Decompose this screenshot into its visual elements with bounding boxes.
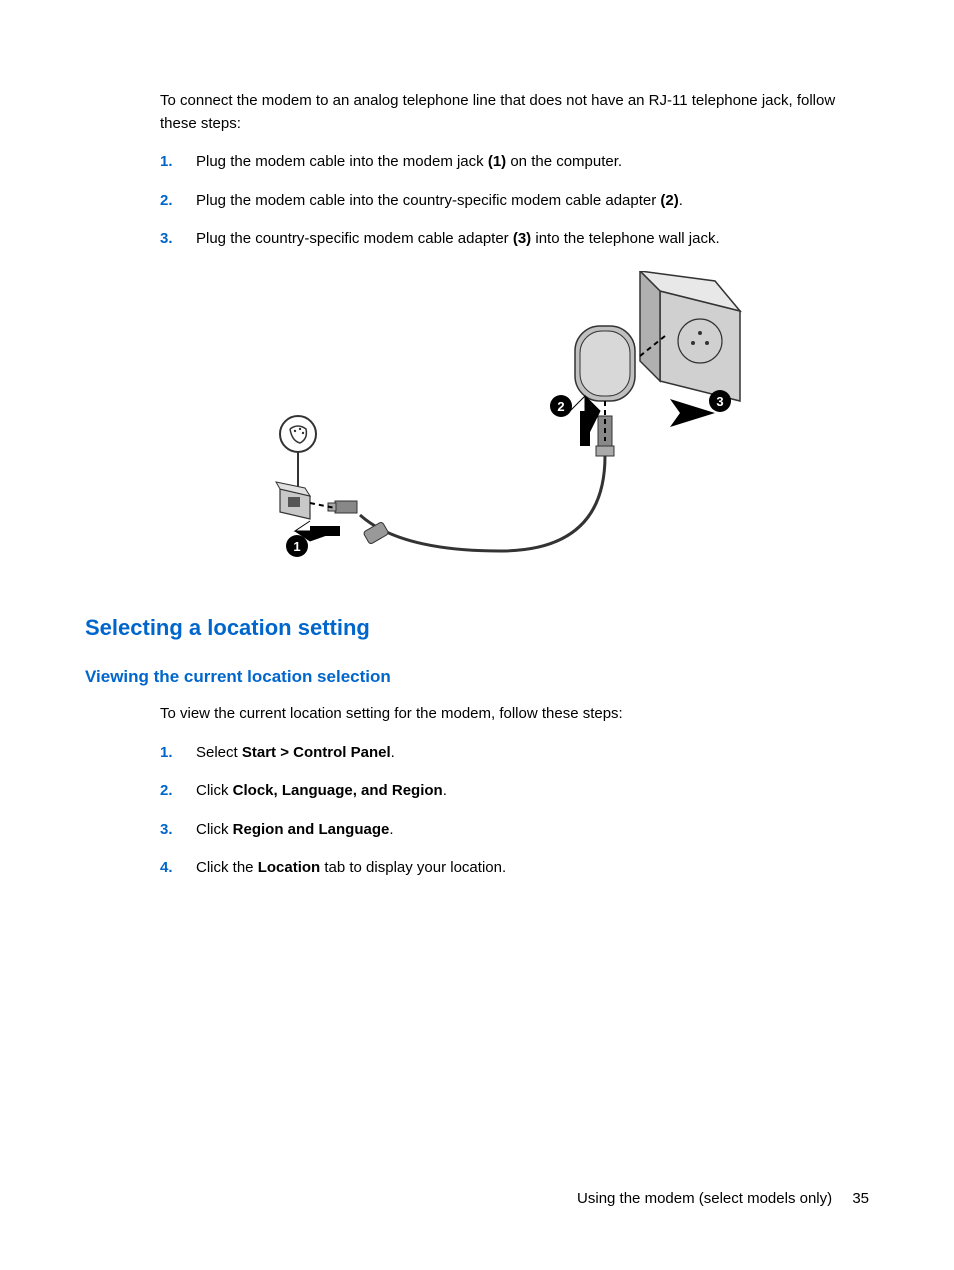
heading-selecting-location: Selecting a location setting bbox=[85, 611, 869, 644]
footer-section-title: Using the modem (select models only) bbox=[577, 1190, 832, 1207]
list-item: 2.Plug the modem cable into the country-… bbox=[160, 190, 869, 213]
svg-text:1: 1 bbox=[293, 539, 300, 554]
list-item: 1.Select Start > Control Panel. bbox=[160, 742, 869, 765]
list-item: 1.Plug the modem cable into the modem ja… bbox=[160, 151, 869, 174]
svg-text:3: 3 bbox=[716, 394, 723, 409]
svg-text:2: 2 bbox=[557, 399, 564, 414]
list-text: Click the Location tab to display your l… bbox=[196, 857, 869, 880]
list-item: 3.Plug the country-specific modem cable … bbox=[160, 228, 869, 251]
list-item: 4.Click the Location tab to display your… bbox=[160, 857, 869, 880]
list-text: Plug the modem cable into the modem jack… bbox=[196, 151, 869, 174]
list-number: 1. bbox=[160, 742, 196, 765]
steps-list-2: 1.Select Start > Control Panel.2.Click C… bbox=[160, 742, 869, 880]
list-number: 1. bbox=[160, 151, 196, 174]
modem-connection-diagram: 3 2 bbox=[240, 271, 760, 581]
steps-list-1: 1.Plug the modem cable into the modem ja… bbox=[160, 151, 869, 251]
list-number: 4. bbox=[160, 857, 196, 880]
list-number: 3. bbox=[160, 819, 196, 842]
list-item: 3.Click Region and Language. bbox=[160, 819, 869, 842]
list-text: Select Start > Control Panel. bbox=[196, 742, 869, 765]
page-number: 35 bbox=[852, 1190, 869, 1207]
section-intro-paragraph: To view the current location setting for… bbox=[160, 703, 869, 726]
heading-viewing-location: Viewing the current location selection bbox=[85, 664, 869, 690]
list-text: Plug the modem cable into the country-sp… bbox=[196, 190, 869, 213]
list-text: Plug the country-specific modem cable ad… bbox=[196, 228, 869, 251]
list-item: 2.Click Clock, Language, and Region. bbox=[160, 780, 869, 803]
list-text: Click Region and Language. bbox=[196, 819, 869, 842]
intro-paragraph: To connect the modem to an analog teleph… bbox=[160, 90, 869, 135]
list-number: 2. bbox=[160, 780, 196, 803]
list-text: Click Clock, Language, and Region. bbox=[196, 780, 869, 803]
page-footer: Using the modem (select models only) 35 bbox=[577, 1188, 869, 1211]
list-number: 2. bbox=[160, 190, 196, 213]
list-number: 3. bbox=[160, 228, 196, 251]
